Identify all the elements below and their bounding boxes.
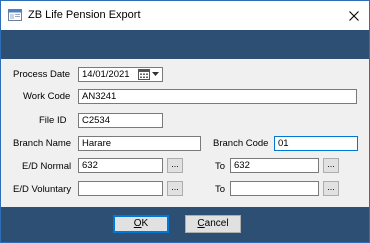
branch-name-input[interactable]: Harare (78, 136, 201, 151)
branch-code-input[interactable]: 01 (274, 136, 358, 151)
ok-button[interactable]: OK (113, 215, 169, 233)
file-id-label: File ID (39, 115, 67, 126)
chevron-down-icon (152, 72, 159, 76)
dialog-window: ZB Life Pension Export Process Date 14/0… (0, 0, 370, 243)
ed-normal-to-label: To (215, 161, 226, 172)
process-date-label: Process Date (13, 69, 71, 80)
ed-normal-label: E/D Normal (22, 161, 72, 172)
ed-voluntary-from-lookup-button[interactable]: ... (167, 181, 183, 196)
app-window-icon (8, 9, 22, 21)
ed-normal-from-lookup-button[interactable]: ... (167, 158, 183, 173)
cancel-button-label: ancel (204, 218, 229, 229)
cancel-button[interactable]: Cancel (185, 215, 241, 233)
close-icon (349, 10, 359, 21)
close-button[interactable] (339, 1, 369, 30)
branch-code-label: Branch Code (213, 138, 269, 149)
file-id-input[interactable]: C2534 (78, 113, 163, 128)
ed-voluntary-to-input[interactable] (230, 181, 319, 196)
ed-normal-from-input[interactable]: 632 (78, 158, 163, 173)
window-title: ZB Life Pension Export (28, 9, 141, 21)
cancel-button-mnemonic: C (197, 218, 205, 229)
branch-name-label: Branch Name (13, 138, 72, 149)
process-date-value: 14/01/2021 (82, 69, 130, 80)
ed-normal-to-input[interactable]: 632 (230, 158, 319, 173)
ed-voluntary-from-input[interactable] (78, 181, 163, 196)
work-code-input[interactable]: AN3241 (78, 89, 357, 104)
calendar-icon (138, 69, 150, 80)
process-date-picker[interactable]: 14/01/2021 (78, 67, 163, 82)
ed-normal-to-lookup-button[interactable]: ... (323, 158, 339, 173)
work-code-label: Work Code (23, 91, 71, 102)
ok-button-mnemonic: O (133, 218, 142, 229)
ok-button-label: K (141, 218, 149, 229)
ed-voluntary-label: E/D Voluntary (13, 184, 72, 195)
header-band (1, 30, 369, 59)
title-bar[interactable]: ZB Life Pension Export (1, 1, 369, 30)
ed-voluntary-to-label: To (215, 184, 226, 195)
ed-voluntary-to-lookup-button[interactable]: ... (323, 181, 339, 196)
